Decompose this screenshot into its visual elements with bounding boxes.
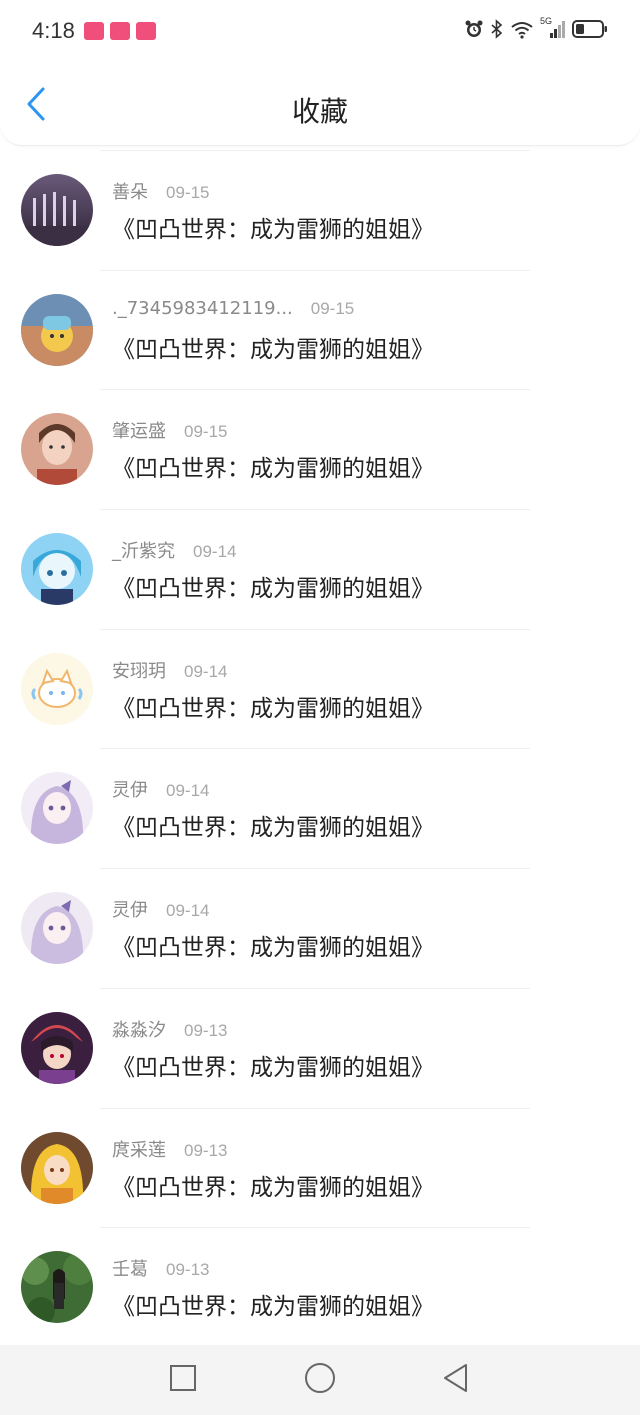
date: 09-15 [310, 298, 355, 318]
alarm-icon [464, 19, 484, 39]
username[interactable]: _沂紫究 [112, 537, 175, 563]
list-item[interactable]: 灵伊 09-14 《凹凸世界：成为雷狮的姐姐》 [0, 748, 640, 868]
app-notification-icon [136, 22, 156, 40]
username[interactable]: ._7345983412119... [112, 298, 293, 319]
date: 09-14 [193, 542, 237, 562]
list-item[interactable]: 淼淼汐 09-13 《凹凸世界：成为雷狮的姐姐》 [0, 987, 640, 1108]
avatar[interactable] [21, 174, 93, 246]
page-title: 收藏 [291, 95, 348, 128]
avatar[interactable] [21, 533, 93, 606]
divider [100, 150, 530, 151]
app-notification-icon [84, 22, 104, 40]
divider [100, 509, 530, 511]
recent-apps-icon [169, 1364, 197, 1396]
item-meta: 淼淼汐 09-13 [112, 1016, 227, 1042]
book-title[interactable]: 《凹凸世界：成为雷狮的姐姐》 [112, 210, 434, 244]
list-item[interactable]: 肇运盛 09-15 《凹凸世界：成为雷狮的姐姐》 [0, 389, 640, 509]
book-title[interactable]: 《凹凸世界：成为雷狮的姐姐》 [112, 689, 434, 723]
date: 09-15 [184, 422, 228, 442]
app-notification-icon [110, 22, 130, 40]
date: 09-15 [166, 183, 210, 202]
date: 09-13 [184, 1020, 228, 1040]
favorites-list: 善朵 09-15 《凹凸世界：成为雷狮的姐姐》 ._7345983412119.… [0, 150, 640, 1347]
wifi-icon [510, 19, 534, 39]
home-icon [304, 1362, 336, 1398]
book-title[interactable]: 《凹凸世界：成为雷狮的姐姐》 [112, 569, 434, 603]
status-time: 4:18 [32, 18, 75, 43]
divider [100, 269, 530, 271]
book-title[interactable]: 《凹凸世界：成为雷狮的姐姐》 [112, 449, 434, 483]
divider [100, 748, 530, 750]
status-icons: 5G [464, 16, 608, 40]
date: 09-14 [166, 781, 210, 801]
book-title[interactable]: 《凹凸世界：成为雷狮的姐姐》 [112, 928, 434, 962]
list-item[interactable]: 庹采莲 09-13 《凹凸世界：成为雷狮的姐姐》 [0, 1107, 640, 1228]
list-item[interactable]: 善朵 09-15 《凹凸世界：成为雷狮的姐姐》 [0, 150, 640, 270]
avatar[interactable] [21, 1251, 93, 1324]
notification-badges [84, 22, 156, 40]
date: 09-14 [184, 661, 228, 681]
username[interactable]: 壬葛 [112, 1255, 148, 1281]
signal-5g-icon: 5G [540, 16, 566, 40]
list-item[interactable]: 安珝玥 09-14 《凹凸世界：成为雷狮的姐姐》 [0, 628, 640, 749]
list-item[interactable]: _沂紫究 09-14 《凹凸世界：成为雷狮的姐姐》 [0, 509, 640, 629]
username[interactable]: 淼淼汐 [112, 1016, 166, 1042]
item-meta: 安珝玥 09-14 [112, 657, 227, 683]
back-triangle-icon [440, 1362, 470, 1398]
date: 09-13 [166, 1260, 210, 1280]
system-nav-bar [0, 1345, 640, 1415]
book-title[interactable]: 《凹凸世界：成为雷狮的姐姐》 [112, 808, 434, 842]
avatar[interactable] [21, 413, 93, 486]
divider [100, 868, 530, 870]
divider [100, 1107, 530, 1109]
username[interactable]: 灵伊 [112, 776, 148, 802]
item-meta: ._7345983412119... 09-15 [112, 298, 354, 319]
book-title[interactable]: 《凹凸世界：成为雷狮的姐姐》 [112, 1287, 434, 1321]
item-meta: 灵伊 09-14 [112, 896, 209, 922]
avatar[interactable] [21, 652, 93, 725]
battery-icon [572, 19, 608, 39]
item-meta: 灵伊 09-14 [112, 776, 209, 802]
username[interactable]: 灵伊 [112, 896, 148, 922]
avatar[interactable] [21, 1011, 93, 1084]
book-title[interactable]: 《凹凸世界：成为雷狮的姐姐》 [112, 330, 434, 364]
date: 09-14 [166, 901, 210, 921]
avatar[interactable] [21, 293, 93, 366]
avatar[interactable] [21, 892, 93, 965]
item-meta: 善朵 09-15 [112, 178, 209, 204]
list-item[interactable]: ._7345983412119... 09-15 《凹凸世界：成为雷狮的姐姐》 [0, 269, 640, 390]
recent-apps-button[interactable] [166, 1363, 200, 1397]
avatar[interactable] [21, 772, 93, 845]
item-meta: 壬葛 09-13 [112, 1255, 209, 1281]
date: 09-13 [184, 1140, 228, 1160]
book-title[interactable]: 《凹凸世界：成为雷狮的姐姐》 [112, 1048, 434, 1082]
status-bar: 4:18 5G [0, 0, 640, 64]
divider [100, 389, 530, 391]
username[interactable]: 庹采莲 [112, 1136, 166, 1162]
list-item[interactable]: 灵伊 09-14 《凹凸世界：成为雷狮的姐姐》 [0, 868, 640, 988]
divider [100, 1227, 530, 1229]
book-title[interactable]: 《凹凸世界：成为雷狮的姐姐》 [112, 1168, 434, 1202]
username[interactable]: 肇运盛 [112, 417, 166, 443]
bluetooth-icon [490, 19, 504, 39]
item-meta: 肇运盛 09-15 [112, 417, 227, 443]
system-back-button[interactable] [438, 1363, 472, 1397]
item-meta: 庹采莲 09-13 [112, 1136, 227, 1162]
divider [100, 987, 530, 989]
username[interactable]: 安珝玥 [112, 657, 166, 683]
home-button[interactable] [303, 1363, 337, 1397]
avatar[interactable] [21, 1131, 93, 1204]
item-meta: _沂紫究 09-14 [112, 537, 236, 563]
divider [100, 628, 530, 630]
list-item[interactable]: 壬葛 09-13 《凹凸世界：成为雷狮的姐姐》 [0, 1227, 640, 1347]
username[interactable]: 善朵 [112, 178, 148, 204]
app-header: 收藏 [0, 64, 640, 146]
